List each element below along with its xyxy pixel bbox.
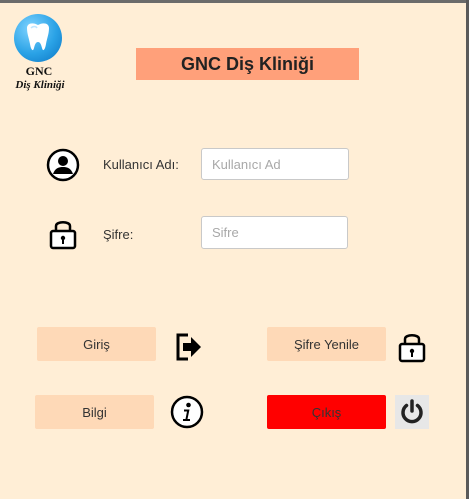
clinic-logo: GNC Diş Kliniği (8, 12, 74, 98)
info-button[interactable]: Bilgi (35, 395, 154, 429)
page-title: GNC Diş Kliniği (180, 53, 314, 74)
username-label: Kullanıcı Adı: (103, 157, 179, 172)
login-button[interactable]: Giriş (37, 327, 156, 361)
reset-password-button[interactable]: Şifre Yenile (267, 327, 386, 361)
exit-button[interactable]: Çıkış (267, 395, 386, 429)
reset-lock-icon[interactable] (395, 329, 429, 363)
user-icon (46, 148, 80, 182)
password-lock-icon (46, 216, 80, 250)
password-label: Şifre: (103, 227, 134, 242)
username-input[interactable] (201, 148, 349, 180)
info-icon[interactable] (170, 395, 204, 429)
title-banner: GNC Diş Kliniği (136, 48, 359, 80)
logo-text-gnc: GNC (25, 64, 53, 78)
power-icon[interactable] (395, 395, 429, 429)
tooth-logo-icon (14, 14, 62, 62)
window-frame-top (0, 0, 469, 3)
sign-in-arrow-icon[interactable] (171, 330, 205, 364)
logo-text-clinic: Diş Kliniği (15, 79, 65, 91)
password-input[interactable] (201, 216, 348, 249)
